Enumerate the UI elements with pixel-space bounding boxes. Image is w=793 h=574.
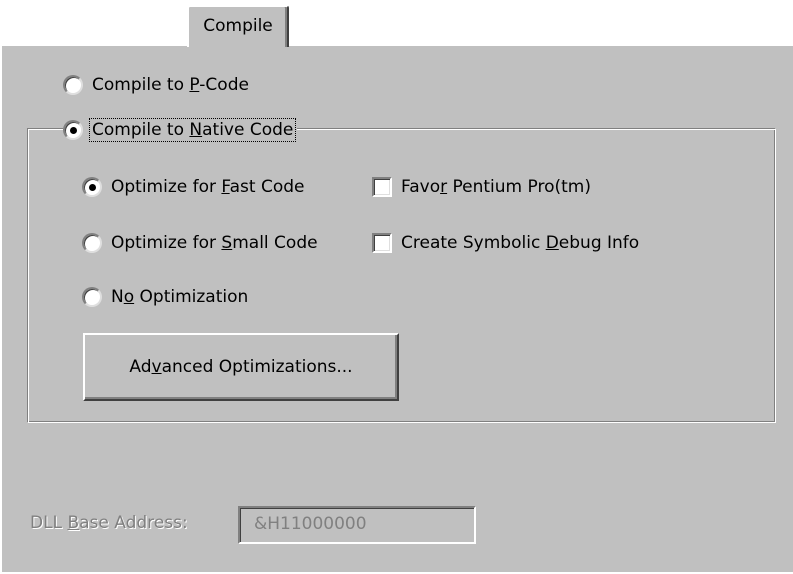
optimize-small-label: Optimize for Small Code	[111, 233, 318, 253]
symbolic-debug-option[interactable]: Create Symbolic Debug Info	[372, 233, 639, 253]
compile-pcode-label: Compile to P-Code	[92, 75, 249, 95]
project-properties-dialog: Compile Compile to P-Code Compile to Nat…	[0, 0, 793, 574]
optimize-fast-label: Optimize for Fast Code	[111, 177, 305, 197]
favor-pentium-label: Favor Pentium Pro(tm)	[401, 177, 591, 197]
no-optimization-radio[interactable]	[82, 287, 102, 307]
symbolic-debug-checkbox[interactable]	[372, 233, 392, 253]
favor-pentium-option[interactable]: Favor Pentium Pro(tm)	[372, 177, 591, 197]
compile-native-radio[interactable]	[63, 120, 83, 140]
advanced-optimizations-label: Advanced Optimizations...	[129, 357, 353, 377]
no-optimization-label: No Optimization	[111, 287, 249, 307]
optimize-small-option[interactable]: Optimize for Small Code	[82, 233, 318, 253]
compile-pcode-radio[interactable]	[63, 75, 83, 95]
tab-compile[interactable]: Compile	[187, 5, 289, 47]
tab-strip: Compile	[0, 0, 793, 47]
favor-pentium-checkbox[interactable]	[372, 177, 392, 197]
advanced-optimizations-button[interactable]: Advanced Optimizations...	[83, 333, 399, 401]
optimize-fast-option[interactable]: Optimize for Fast Code	[82, 177, 305, 197]
tab-compile-label: Compile	[203, 16, 273, 36]
symbolic-debug-label: Create Symbolic Debug Info	[401, 233, 640, 253]
compile-native-label: Compile to Native Code	[88, 118, 297, 142]
compile-native-option[interactable]: Compile to Native Code	[63, 118, 298, 142]
no-optimization-option[interactable]: No Optimization	[82, 287, 248, 307]
dll-base-address-input[interactable]: &H11000000	[238, 506, 476, 544]
dll-base-address-label: DLL Base Address:	[30, 513, 188, 533]
optimize-small-radio[interactable]	[82, 233, 102, 253]
optimize-fast-radio[interactable]	[82, 177, 102, 197]
dll-base-address-value: &H11000000	[254, 514, 367, 534]
compile-pcode-option[interactable]: Compile to P-Code	[63, 75, 249, 95]
